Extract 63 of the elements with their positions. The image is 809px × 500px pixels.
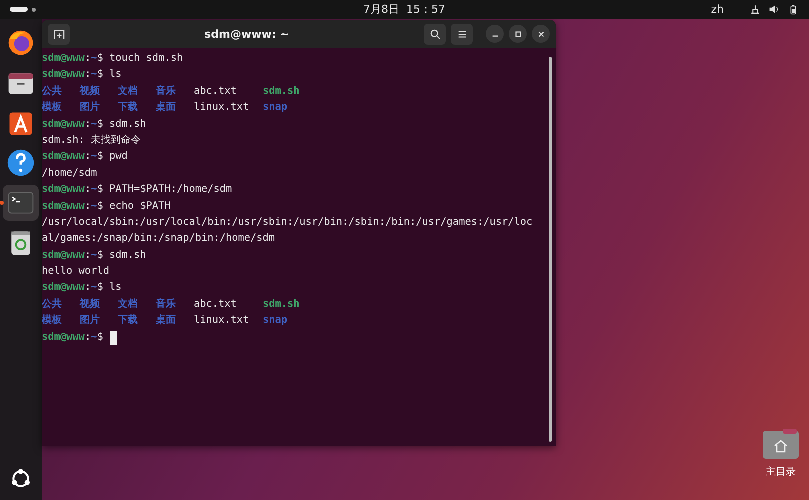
maximize-icon	[514, 30, 522, 38]
listing-entry: 图片	[80, 100, 101, 116]
listing-entry: abc.txt	[194, 84, 238, 99]
listing-entry: 音乐	[156, 297, 177, 312]
workspace-dot[interactable]	[32, 8, 36, 12]
terminal-line: sdm@www:~$ sdm.sh	[42, 118, 146, 132]
desktop-icon-label[interactable]: 主目录	[766, 465, 796, 479]
listing-entry: 公共	[42, 298, 63, 312]
home-folder-icon[interactable]	[763, 429, 799, 459]
listing-entry: 视频	[80, 84, 101, 99]
browser-icon[interactable]	[6, 28, 36, 58]
listing-entry: 桌面	[156, 100, 177, 116]
menu-button[interactable]	[451, 24, 473, 44]
clock[interactable]: 7月8日 15：57	[364, 2, 446, 17]
listing-entry: abc.txt	[194, 298, 238, 312]
terminal-line: sdm@www:~$ ls	[42, 281, 122, 296]
terminal-line: sdm@www:~$ echo $PATH	[42, 200, 171, 214]
close-button[interactable]	[532, 25, 550, 43]
terminal-output: hello world	[42, 265, 110, 280]
listing-entry: linux.txt	[194, 101, 250, 116]
listing-entry: 桌面	[156, 314, 177, 328]
terminal-output: /usr/local/sbin:/usr/local/bin:/usr/sbin:/usr/bin:/sbin:/bin:/usr/games:/usr/loc	[42, 216, 533, 230]
window-title: sdm@www: ~	[204, 28, 290, 40]
battery-icon[interactable]	[788, 4, 799, 15]
terminal-line: sdm@www:~$ pwd	[42, 150, 128, 164]
listing-entry: 模板	[42, 314, 63, 328]
network-icon[interactable]	[750, 4, 761, 15]
terminal-line: sdm@www:~$ sdm.sh	[42, 248, 146, 263]
search-icon	[430, 28, 440, 40]
volume-icon[interactable]	[769, 4, 780, 15]
menu-icon	[456, 28, 468, 40]
search-button[interactable]	[424, 24, 446, 44]
input-method-indicator[interactable]: zh	[711, 3, 724, 16]
terminal-line: sdm@www:~$ ls	[42, 68, 122, 82]
listing-entry: 文档	[118, 298, 139, 312]
new-tab-icon	[54, 28, 64, 40]
scrollbar[interactable]	[549, 57, 552, 442]
listing-entry: 下载	[118, 314, 139, 328]
listing-entry: 下载	[118, 100, 139, 116]
minimize-button[interactable]	[486, 25, 504, 43]
listing-entry: 模板	[42, 100, 63, 116]
listing-entry: linux.txt	[194, 314, 250, 328]
listing-entry: 图片	[80, 314, 101, 328]
listing-entry: 公共	[42, 84, 63, 99]
terminal-line: sdm@www:~$	[42, 330, 104, 345]
terminal-line: sdm@www:~$ PATH=$PATH:/home/sdm	[42, 183, 232, 198]
listing-entry: snap	[263, 314, 288, 328]
maximize-button[interactable]	[509, 25, 527, 43]
listing-entry: 视频	[80, 298, 101, 312]
running-indicator	[0, 201, 4, 205]
listing-entry: 音乐	[156, 84, 177, 99]
listing-entry: sdm.sh	[263, 84, 300, 99]
question-mark-icon[interactable]	[6, 148, 36, 178]
close-icon	[536, 30, 546, 38]
listing-entry: snap	[263, 101, 288, 116]
new-tab-button[interactable]	[48, 24, 70, 44]
terminal-line: sdm@www:~$ touch sdm.sh	[42, 52, 184, 66]
terminal-output: /home/sdm	[42, 166, 98, 181]
terminal-output: al/games:/snap/bin:/snap/bin:/home/sdm	[42, 232, 276, 246]
workspace-indicator[interactable]	[10, 7, 28, 12]
listing-entry: sdm.sh	[263, 298, 300, 312]
terminal-output: sdm.sh: 未找到命令	[42, 134, 142, 148]
listing-entry: 文档	[118, 84, 139, 99]
